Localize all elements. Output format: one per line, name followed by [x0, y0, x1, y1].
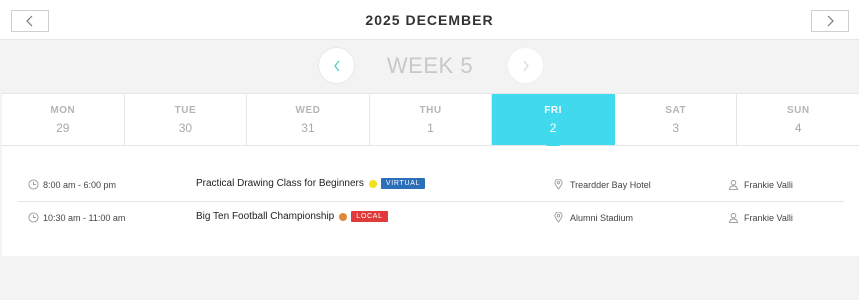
day-mon[interactable]: MON 29 [2, 94, 125, 145]
event-venue-link[interactable]: Alumni Stadium [570, 213, 633, 223]
event-organizer: Frankie Valli [728, 212, 793, 223]
day-name: TUE [174, 105, 197, 116]
chevron-right-icon [827, 15, 834, 27]
event-venue-link[interactable]: Treardder Bay Hotel [570, 180, 651, 190]
event-category-dot [368, 179, 377, 188]
prev-week-button[interactable] [318, 47, 355, 84]
day-number: 2 [549, 121, 557, 135]
day-name: FRI [544, 105, 562, 116]
day-thu[interactable]: THU 1 [370, 94, 493, 145]
event-row[interactable]: 10:30 am - 11:00 am Big Ten Football Cha… [18, 202, 844, 235]
next-week-button[interactable] [507, 47, 544, 84]
event-time: 10:30 am - 11:00 am [28, 212, 125, 223]
event-venue: Treardder Bay Hotel [554, 179, 651, 190]
event-title-group: Practical Drawing Class for Beginners VI… [196, 178, 426, 189]
event-organizer-link[interactable]: Frankie Valli [744, 180, 793, 190]
chevron-right-icon [522, 60, 529, 71]
event-time-text: 8:00 am - 6:00 pm [43, 179, 117, 190]
day-name: MON [50, 105, 76, 116]
event-title-group: Big Ten Football Championship LOCAL [196, 211, 388, 222]
event-badge-local: LOCAL [351, 211, 388, 222]
event-time-text: 10:30 am - 11:00 am [43, 212, 126, 223]
day-number: 3 [672, 121, 680, 135]
event-title-link[interactable]: Practical Drawing Class for Beginners [196, 178, 364, 189]
clock-icon [28, 179, 39, 190]
day-number: 4 [794, 121, 802, 135]
month-title: 2025 DECEMBER [365, 12, 494, 28]
day-name: WED [295, 105, 321, 116]
day-sat[interactable]: SAT 3 [615, 94, 738, 145]
map-pin-icon [554, 179, 563, 190]
calendar-widget: 2025 DECEMBER WEEK 5 MON 29 TUE 30 WED 3… [0, 0, 859, 300]
week-selector: WEEK 5 [0, 40, 859, 93]
event-organizer: Frankie Valli [728, 179, 793, 190]
event-category-dot [339, 212, 348, 221]
month-header: 2025 DECEMBER [0, 0, 859, 40]
day-number: 1 [427, 121, 434, 135]
user-icon [728, 212, 739, 223]
day-name: SUN [786, 105, 810, 116]
day-wed[interactable]: WED 31 [247, 94, 370, 145]
day-fri-selected[interactable]: FRI 2 [492, 94, 615, 153]
clock-icon [28, 212, 39, 223]
day-strip: MON 29 TUE 30 WED 31 THU 1 FRI 2 SAT 3 S… [2, 93, 859, 153]
next-month-button[interactable] [811, 10, 849, 32]
event-badge-virtual: VIRTUAL [380, 178, 426, 189]
chevron-left-icon [333, 60, 340, 71]
day-name: SAT [665, 105, 687, 116]
events-list: 8:00 am - 6:00 pm Practical Drawing Clas… [2, 146, 859, 256]
event-time: 8:00 am - 6:00 pm [28, 179, 116, 190]
day-number: 30 [178, 121, 193, 135]
day-tue[interactable]: TUE 30 [125, 94, 248, 145]
map-pin-icon [554, 212, 563, 223]
day-number: 31 [301, 121, 315, 135]
event-row[interactable]: 8:00 am - 6:00 pm Practical Drawing Clas… [18, 169, 844, 202]
day-name: THU [419, 105, 442, 116]
week-label: WEEK 5 [386, 53, 474, 78]
user-icon [728, 179, 739, 190]
event-venue: Alumni Stadium [554, 212, 633, 223]
event-organizer-link[interactable]: Frankie Valli [744, 213, 793, 223]
day-number: 29 [56, 121, 70, 135]
event-title-link[interactable]: Big Ten Football Championship [196, 211, 334, 222]
day-sun[interactable]: SUN 4 [737, 94, 859, 145]
